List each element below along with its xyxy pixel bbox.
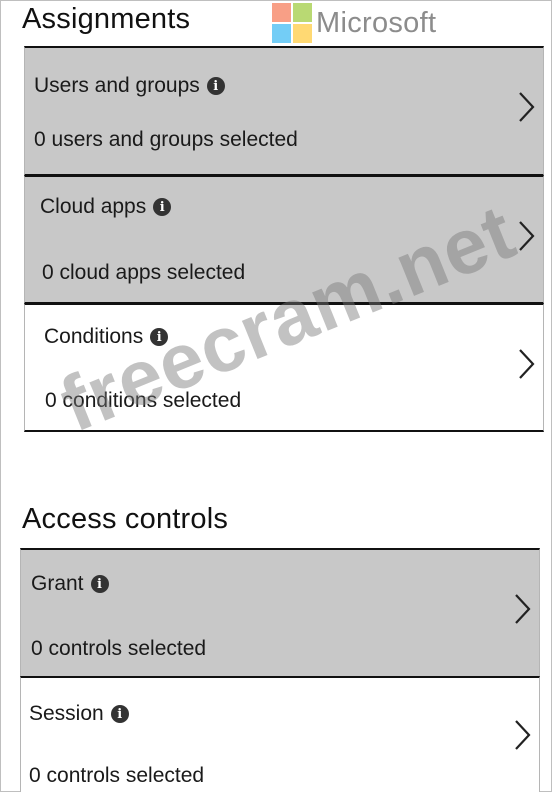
cloud-apps-summary: 0 cloud apps selected — [42, 261, 246, 284]
cloud-apps-label: Cloud apps — [40, 195, 147, 218]
conditions-row[interactable]: Conditions i 0 conditions selected — [24, 303, 544, 432]
info-icon[interactable]: i — [206, 77, 225, 95]
info-icon[interactable]: i — [110, 705, 129, 723]
microsoft-logo-icon — [272, 3, 312, 43]
chevron-right-icon[interactable] — [515, 90, 537, 124]
info-icon[interactable]: i — [90, 575, 109, 593]
users-and-groups-label: Users and groups — [34, 74, 200, 97]
session-row[interactable]: Session i 0 controls selected — [20, 676, 540, 792]
assignments-heading: Assignments — [22, 3, 191, 35]
grant-label: Grant — [31, 572, 84, 595]
info-icon[interactable]: i — [150, 328, 169, 346]
grant-label-wrap: Grant i — [31, 572, 109, 596]
users-and-groups-summary: 0 users and groups selected — [34, 128, 298, 151]
session-summary: 0 controls selected — [29, 764, 205, 787]
cloud-apps-row[interactable]: Cloud apps i 0 cloud apps selected — [24, 175, 544, 304]
conditions-label: Conditions — [44, 325, 144, 348]
users-and-groups-row[interactable]: Users and groups i 0 users and groups se… — [24, 46, 544, 176]
microsoft-logo-text: Microsoft — [316, 6, 437, 39]
session-label: Session — [29, 702, 104, 725]
session-label-wrap: Session i — [29, 702, 129, 726]
grant-summary: 0 controls selected — [31, 637, 207, 660]
chevron-right-icon[interactable] — [515, 219, 537, 253]
users-and-groups-label-wrap: Users and groups i — [34, 74, 225, 98]
access-controls-heading: Access controls — [22, 503, 229, 535]
cloud-apps-label-wrap: Cloud apps i — [40, 195, 172, 219]
chevron-right-icon[interactable] — [511, 718, 533, 752]
conditions-summary: 0 conditions selected — [45, 389, 242, 412]
grant-row[interactable]: Grant i 0 controls selected — [20, 548, 540, 678]
chevron-right-icon[interactable] — [511, 592, 533, 626]
info-icon[interactable]: i — [153, 198, 172, 216]
chevron-right-icon[interactable] — [515, 347, 537, 381]
microsoft-logo: Microsoft — [272, 3, 436, 43]
conditions-label-wrap: Conditions i — [44, 325, 169, 349]
